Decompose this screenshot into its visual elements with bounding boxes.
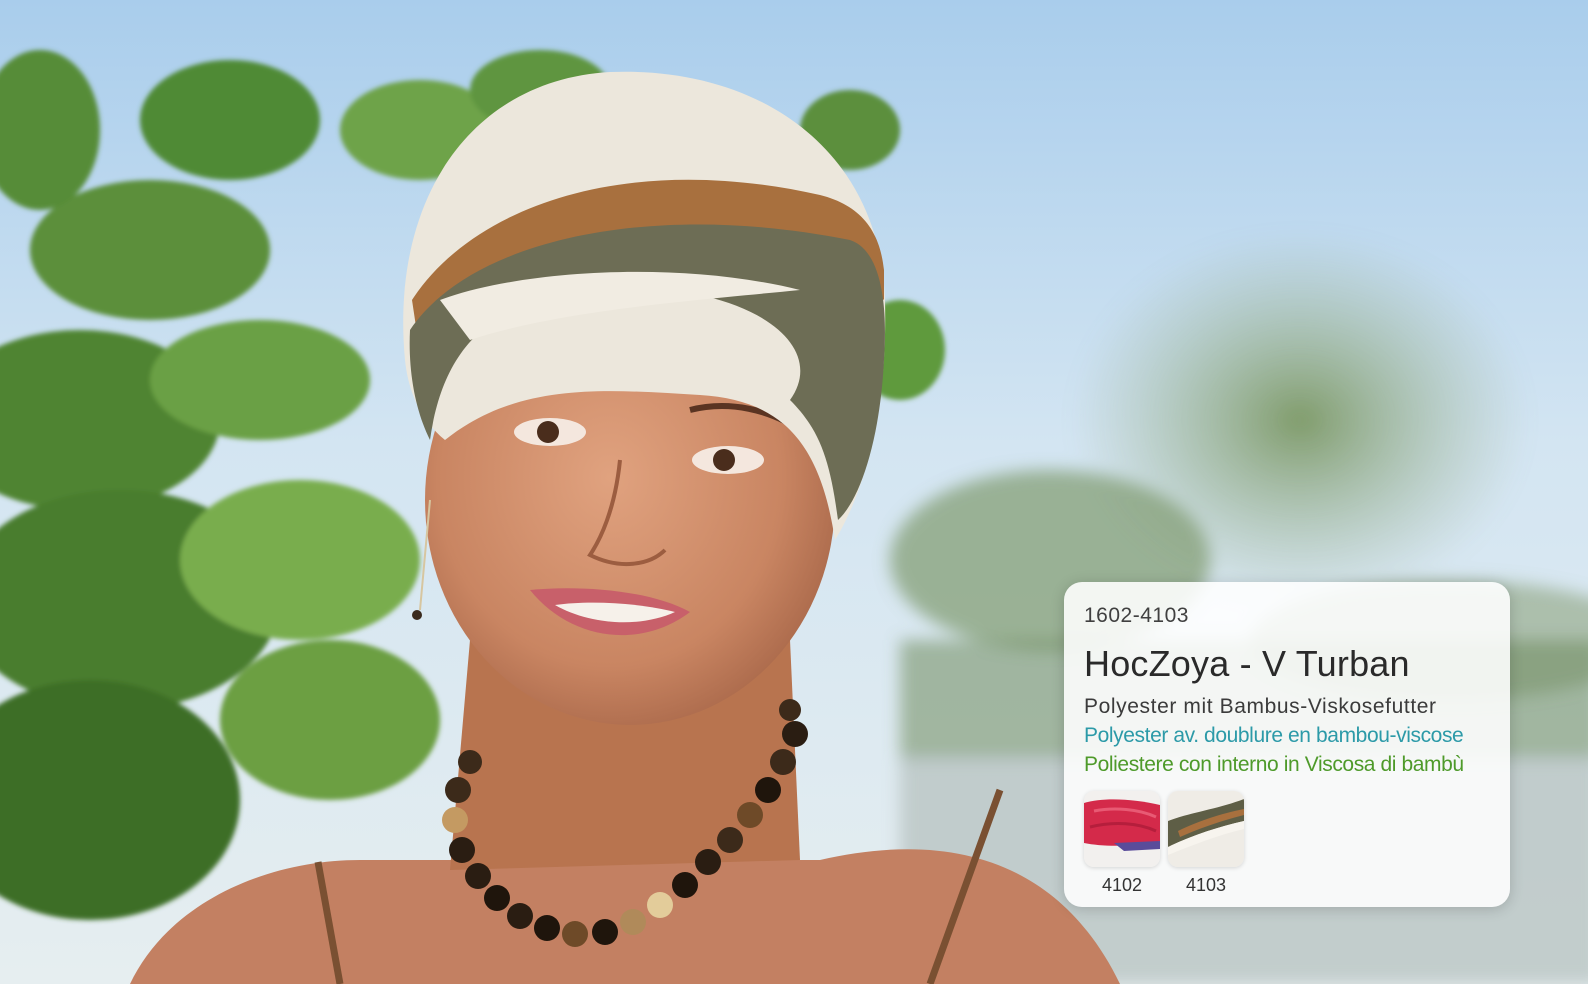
color-variant-4102[interactable]: 4102 xyxy=(1084,791,1160,895)
cream-brown-olive-turban-swatch-icon xyxy=(1168,791,1244,867)
product-info-card: 1602-4103 HocZoya - V Turban Polyester m… xyxy=(1064,582,1510,907)
article-number: 1602-4103 xyxy=(1084,604,1189,627)
description-german: Polyester mit Bambus-Viskosefutter xyxy=(1084,695,1437,718)
description-italian: Poliestere con interno in Viscosa di bam… xyxy=(1084,753,1464,776)
color-variant-4103[interactable]: 4103 xyxy=(1168,791,1244,895)
product-title: HocZoya - V Turban xyxy=(1084,643,1410,684)
red-turban-swatch-icon xyxy=(1084,791,1160,867)
color-variant-list: 4102 4103 xyxy=(1084,791,1490,895)
product-scene: 1602-4103 HocZoya - V Turban Polyester m… xyxy=(0,0,1588,984)
color-variant-code: 4102 xyxy=(1101,875,1143,895)
description-french: Polyester av. doublure en bambou-viscose xyxy=(1084,724,1464,747)
color-variant-code: 4103 xyxy=(1185,875,1227,895)
